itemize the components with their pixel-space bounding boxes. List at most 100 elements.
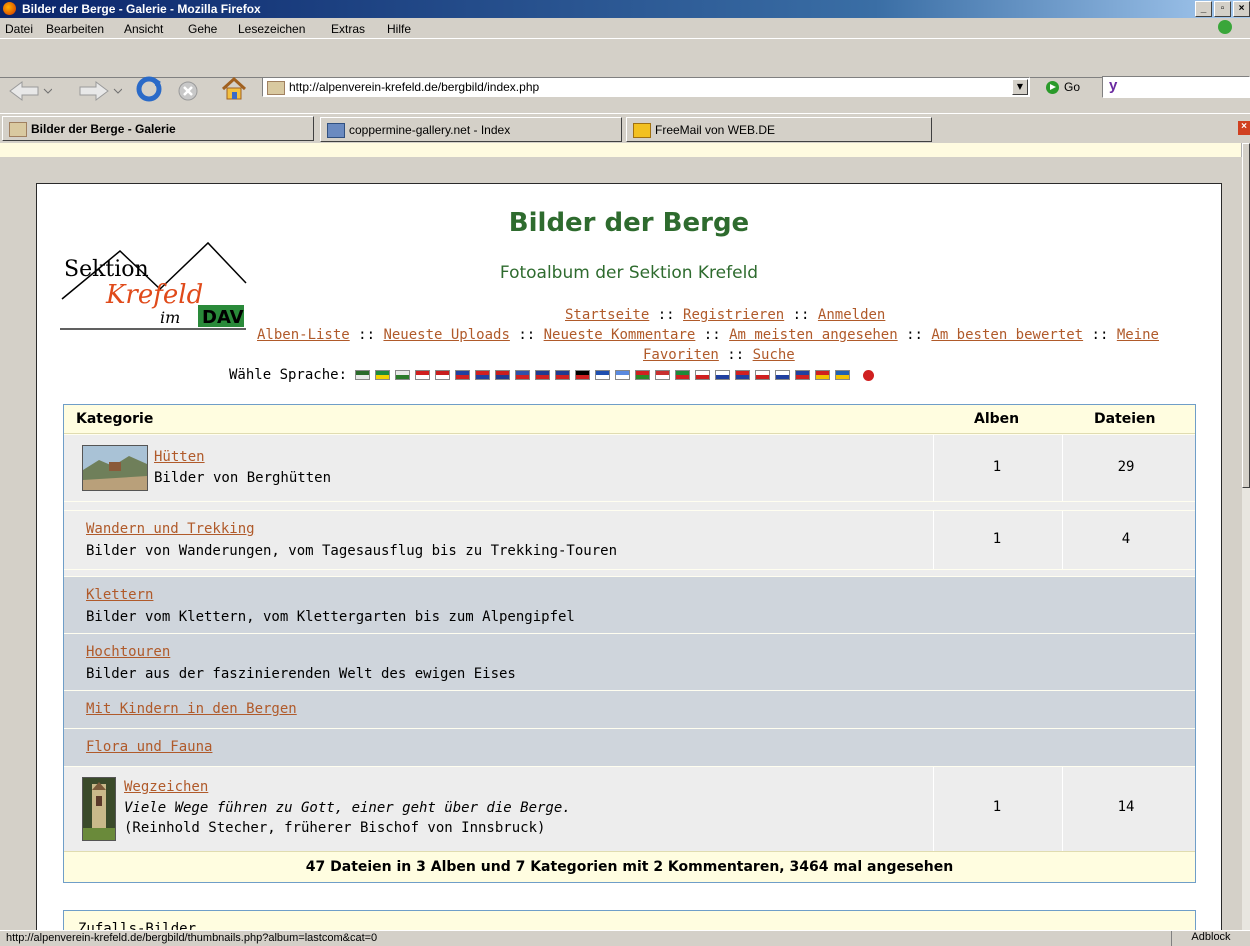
category-link[interactable]: Hütten [154, 449, 205, 465]
category-link[interactable]: Wegzeichen [124, 779, 208, 795]
link-suche[interactable]: Suche [753, 347, 795, 363]
link-neueste-kommentare[interactable]: Neueste Kommentare [544, 327, 696, 343]
language-flag-icon[interactable] [695, 370, 711, 380]
tab-bilder-der-berge[interactable]: Bilder der Berge - Galerie [2, 116, 314, 141]
nav-separator: :: [518, 327, 536, 343]
language-flag-icon[interactable] [795, 370, 811, 380]
link-registrieren[interactable]: Registrieren [683, 307, 784, 323]
thumbnail-huetten[interactable] [82, 445, 148, 491]
random-images-box: Zufalls-Bilder [63, 910, 1196, 930]
no-language-icon[interactable] [862, 369, 874, 381]
link-meine-favoriten-1[interactable]: Meine [1117, 327, 1159, 343]
link-am-meisten-angesehen[interactable]: Am meisten angesehen [729, 327, 898, 343]
close-tab-icon[interactable]: × [1238, 121, 1250, 135]
language-flag-icon[interactable] [575, 370, 591, 380]
status-text: http://alpenverein-krefeld.de/bergbild/t… [6, 932, 378, 944]
language-flag-icon[interactable] [655, 370, 671, 380]
language-flag-icon[interactable] [675, 370, 691, 380]
language-flag-icon[interactable] [355, 370, 371, 380]
language-flag-icon[interactable] [455, 370, 471, 380]
maximize-button[interactable]: ▫ [1214, 1, 1231, 17]
tab-favicon [633, 123, 651, 138]
url-dropdown-icon[interactable]: ▼ [1012, 79, 1028, 95]
menu-ansicht[interactable]: Ansicht [124, 22, 163, 36]
link-alben-liste[interactable]: Alben-Liste [257, 327, 350, 343]
forward-icon [79, 81, 122, 101]
language-flag-icon[interactable] [415, 370, 431, 380]
tab-label: coppermine-gallery.net - Index [349, 123, 511, 137]
file-count: 14 [1117, 799, 1135, 815]
back-button[interactable] [8, 80, 52, 102]
scrollbar-thumb[interactable] [1242, 143, 1250, 488]
language-flag-icon[interactable] [595, 370, 611, 380]
language-flag-icon[interactable] [555, 370, 571, 380]
language-flag-icon[interactable] [635, 370, 651, 380]
gallery-page: Sektion Krefeld im DAV Bilder der Berge … [36, 183, 1222, 930]
menu-gehe[interactable]: Gehe [188, 22, 217, 36]
category-row: Hochtouren Bilder aus der faszinierenden… [64, 633, 1195, 690]
link-am-besten-bewertet[interactable]: Am besten bewertet [931, 327, 1083, 343]
search-input[interactable]: y [1102, 76, 1250, 98]
category-link[interactable]: Flora und Fauna [86, 739, 212, 755]
update-icon[interactable] [1218, 20, 1232, 34]
adblock-button[interactable]: Adblock [1171, 931, 1250, 946]
minimize-button[interactable]: _ [1195, 1, 1212, 17]
menu-lesezeichen[interactable]: Lesezeichen [238, 22, 305, 36]
link-anmelden[interactable]: Anmelden [818, 307, 885, 323]
column-divider [1062, 511, 1063, 569]
link-startseite[interactable]: Startseite [565, 307, 649, 323]
category-table: Kategorie Alben Dateien Hütten Bilder vo… [63, 404, 1196, 883]
category-link[interactable]: Wandern und Trekking [86, 521, 255, 537]
link-neueste-uploads[interactable]: Neueste Uploads [383, 327, 509, 343]
header-kategorie: Kategorie [76, 411, 154, 427]
menu-datei[interactable]: Datei [5, 22, 33, 36]
category-link[interactable]: Klettern [86, 587, 153, 603]
language-flag-icon[interactable] [715, 370, 731, 380]
go-icon [1046, 80, 1059, 94]
thumbnail-wegzeichen[interactable] [82, 777, 116, 841]
dav-krefeld-logo: Sektion Krefeld im DAV [60, 241, 247, 330]
tab-coppermine[interactable]: coppermine-gallery.net - Index [320, 117, 622, 142]
language-flag-icon[interactable] [775, 370, 791, 380]
window-title: Bilder der Berge - Galerie - Mozilla Fir… [22, 2, 261, 16]
column-divider [1062, 435, 1063, 501]
forward-button[interactable] [78, 80, 122, 102]
language-flag-icon[interactable] [735, 370, 751, 380]
category-row: Mit Kindern in den Bergen [64, 690, 1195, 728]
category-link[interactable]: Mit Kindern in den Bergen [86, 701, 297, 717]
category-link[interactable]: Hochtouren [86, 644, 170, 660]
language-flag-icon[interactable] [395, 370, 411, 380]
language-flag-icon[interactable] [495, 370, 511, 380]
notification-strip [0, 143, 1250, 158]
link-meine-favoriten-2[interactable]: Favoriten [643, 347, 719, 363]
menu-hilfe[interactable]: Hilfe [387, 22, 411, 36]
column-divider [933, 435, 934, 501]
nav-separator: :: [657, 307, 675, 323]
reload-button[interactable] [135, 76, 163, 102]
svg-text:im: im [160, 308, 180, 327]
language-flag-icon[interactable] [475, 370, 491, 380]
category-desc: Viele Wege führen zu Gott, einer geht üb… [124, 800, 571, 816]
language-flag-icon[interactable] [755, 370, 771, 380]
language-flag-icon[interactable] [815, 370, 831, 380]
language-flag-icon[interactable] [835, 370, 851, 380]
nav-separator: :: [792, 307, 810, 323]
home-button[interactable] [220, 77, 248, 100]
language-flag-icon[interactable] [615, 370, 631, 380]
url-bar[interactable]: http://alpenverein-krefeld.de/bergbild/i… [262, 77, 1030, 97]
vertical-scrollbar[interactable] [1241, 143, 1250, 930]
close-button[interactable]: × [1233, 1, 1250, 17]
column-divider [1062, 767, 1063, 851]
language-flag-icon[interactable] [515, 370, 531, 380]
stop-button[interactable] [176, 80, 200, 102]
page-subtitle: Fotoalbum der Sektion Krefeld [499, 263, 759, 283]
language-flags [355, 370, 851, 380]
go-button[interactable]: Go [1046, 80, 1080, 94]
language-flag-icon[interactable] [535, 370, 551, 380]
tab-freemail[interactable]: FreeMail von WEB.DE [626, 117, 932, 142]
language-flag-icon[interactable] [375, 370, 391, 380]
menu-extras[interactable]: Extras [331, 22, 365, 36]
tab-label: FreeMail von WEB.DE [655, 123, 776, 137]
language-flag-icon[interactable] [435, 370, 451, 380]
menu-bearbeiten[interactable]: Bearbeiten [46, 22, 104, 36]
